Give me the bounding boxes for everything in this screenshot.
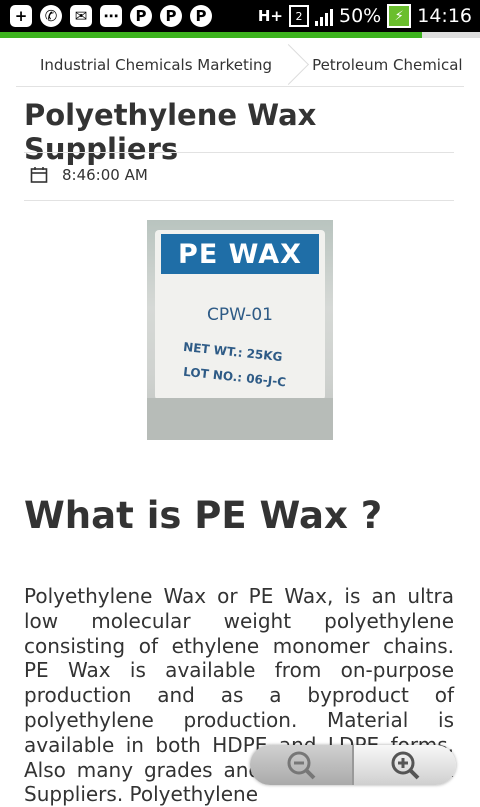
zoom-controls [250, 745, 456, 785]
divider [24, 152, 454, 153]
post-meta: 8:46:00 AM [30, 166, 148, 184]
section-heading: What is PE Wax ? [24, 494, 383, 537]
notification-icons: + ✆ ✉ ⋯ P P P [0, 5, 212, 27]
zoom-out-icon [287, 751, 316, 780]
bag-lot-text: LOT NO.: 06-J-C [182, 364, 287, 390]
bag-weight-text: NET WT.: 25KG [182, 339, 284, 365]
network-type: H+ [257, 7, 283, 25]
signal-icon [315, 6, 333, 26]
page-load-progress [0, 32, 480, 38]
sim-slot-icon: 2 [289, 5, 309, 27]
status-bar: + ✆ ✉ ⋯ P P P H+ 2 50% ⚡ 14:16 [0, 0, 480, 32]
bag-label-band: PE WAX [161, 234, 319, 274]
zoom-in-icon [391, 751, 420, 780]
breadcrumb-item[interactable]: Industrial Chemicals Marketing [16, 56, 272, 74]
battery-charging-icon: ⚡ [387, 4, 412, 28]
battery-percent: 50% [339, 5, 382, 27]
blackberry-icon: ⋯ [100, 5, 122, 27]
breadcrumb-item[interactable]: Petroleum Chemical [302, 56, 463, 74]
calendar-icon [30, 167, 48, 183]
plus-icon: + [10, 5, 32, 27]
floor [147, 398, 333, 440]
divider [24, 200, 454, 201]
bag-product-code: CPW-01 [206, 305, 273, 325]
page-title: Polyethylene Wax Suppliers [24, 98, 317, 166]
zoom-in-button[interactable] [354, 745, 456, 785]
p-icon: P [130, 5, 152, 27]
post-time: 8:46:00 AM [62, 166, 148, 184]
mail-icon: ✉ [70, 5, 92, 27]
p-icon: P [190, 5, 212, 27]
page-load-progress-fill [0, 32, 423, 38]
wax-bag: PE WAX CPW-01 NET WT.: 25KG LOT NO.: 06-… [155, 230, 325, 400]
breadcrumb-separator [280, 44, 302, 86]
p-icon: P [160, 5, 182, 27]
whatsapp-icon: ✆ [40, 5, 62, 27]
breadcrumb: Industrial Chemicals Marketing Petroleum… [16, 44, 464, 87]
pe-wax-bag-image: PE WAX CPW-01 NET WT.: 25KG LOT NO.: 06-… [147, 220, 333, 440]
zoom-out-button[interactable] [250, 745, 352, 785]
clock: 14:16 [417, 5, 472, 27]
